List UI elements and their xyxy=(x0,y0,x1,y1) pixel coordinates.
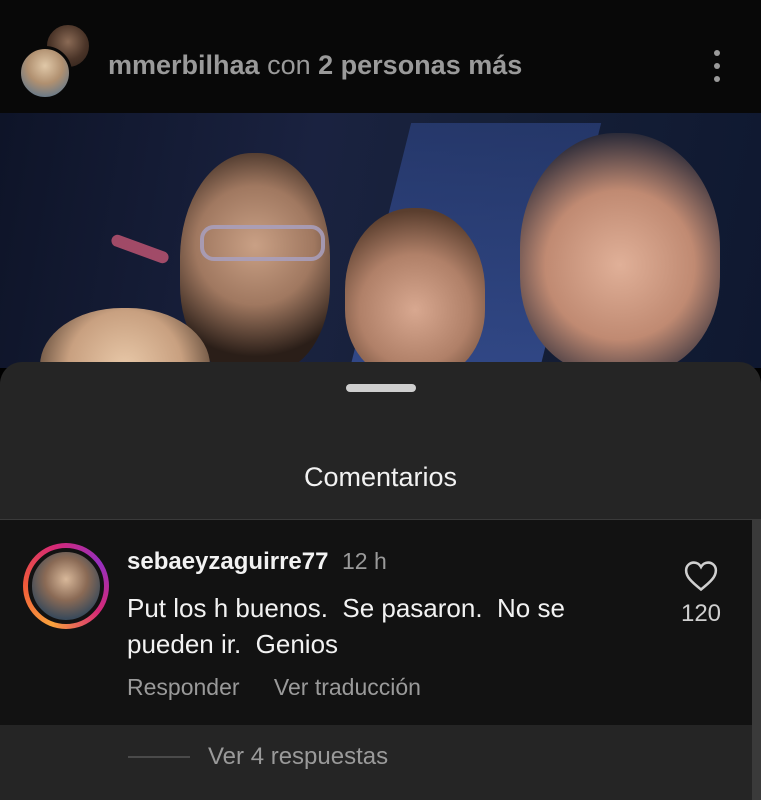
more-vertical-icon[interactable] xyxy=(702,46,732,86)
comment-actions: Responder Ver traducción xyxy=(127,674,449,701)
drag-handle[interactable] xyxy=(346,384,416,392)
avatar[interactable] xyxy=(18,46,72,100)
scrollbar[interactable] xyxy=(752,520,761,800)
comment-timestamp: 12 h xyxy=(342,548,387,574)
reply-button[interactable]: Responder xyxy=(127,674,240,700)
collaborators-count[interactable]: 2 personas más xyxy=(318,50,522,80)
avatar[interactable] xyxy=(23,543,109,629)
post-photo[interactable] xyxy=(0,113,761,368)
comment-username[interactable]: sebaeyzaguirre77 xyxy=(127,548,328,576)
view-replies-button[interactable]: Ver 4 respuestas xyxy=(0,725,752,800)
comment-text: Put los h buenos. Se pasaron. No se pued… xyxy=(127,593,565,659)
translate-button[interactable]: Ver traducción xyxy=(274,674,421,700)
view-replies-label[interactable]: Ver 4 respuestas xyxy=(208,743,388,771)
post-author[interactable]: mmerbilhaa con 2 personas más xyxy=(108,50,522,81)
like-count: 120 xyxy=(680,600,722,627)
replies-divider xyxy=(128,756,190,758)
post-header: mmerbilhaa con 2 personas más xyxy=(0,0,761,113)
comment-item: sebaeyzaguirre77 12 h Put los h buenos. … xyxy=(0,520,752,725)
comments-sheet: Comentarios sebaeyzaguirre77 12 h Put lo… xyxy=(0,362,761,800)
author-username[interactable]: mmerbilhaa xyxy=(108,50,260,80)
sheet-title: Comentarios xyxy=(303,462,458,492)
heart-icon[interactable] xyxy=(684,560,718,592)
with-text: con xyxy=(267,50,311,80)
collab-avatars[interactable] xyxy=(18,22,98,102)
